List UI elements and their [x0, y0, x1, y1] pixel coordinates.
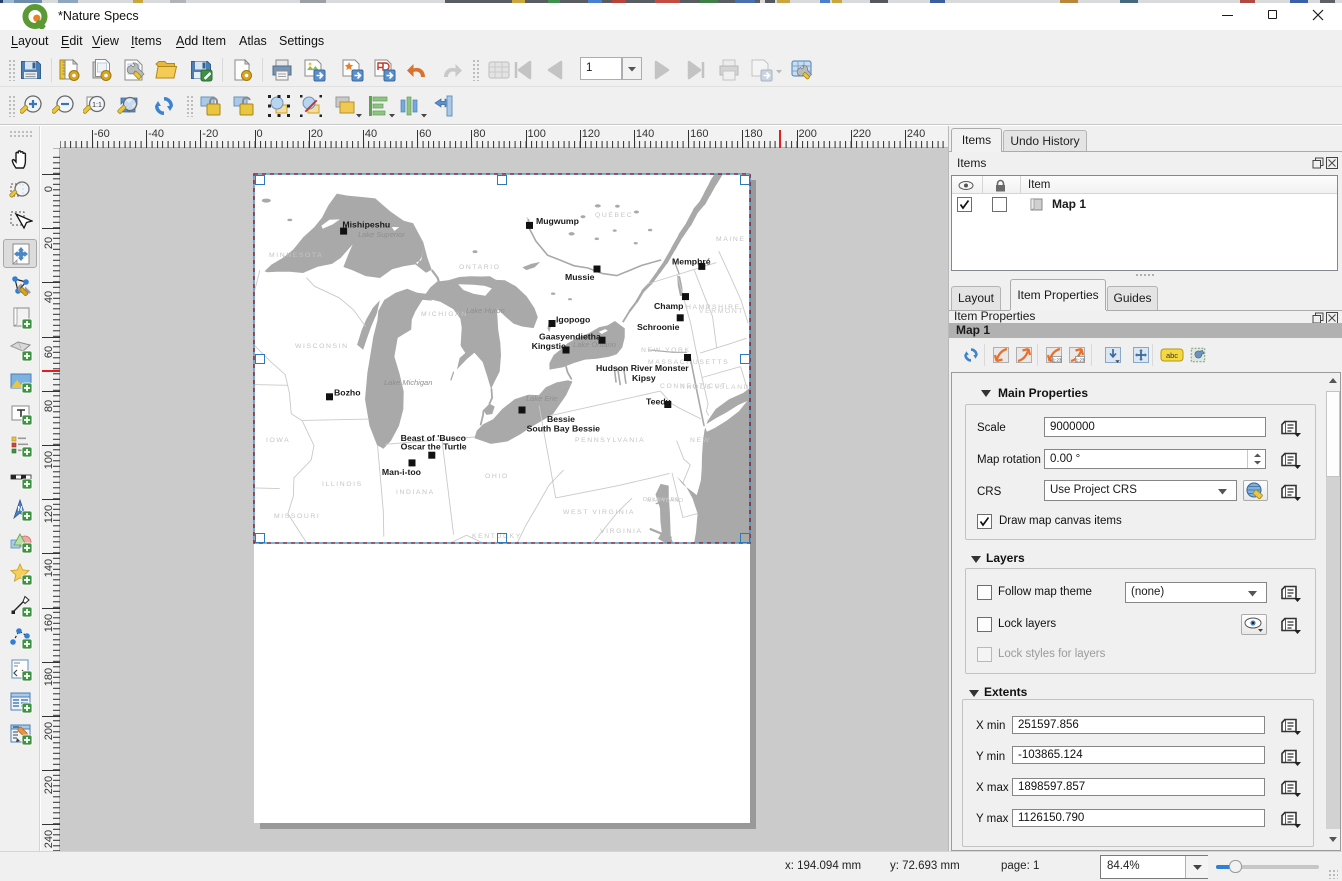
svg-text:1:1: 1:1 [92, 102, 102, 109]
svg-text:1:23: 1:23 [1076, 357, 1085, 362]
svg-text:1:23: 1:23 [1053, 357, 1062, 362]
svg-text:abc: abc [1166, 351, 1178, 360]
